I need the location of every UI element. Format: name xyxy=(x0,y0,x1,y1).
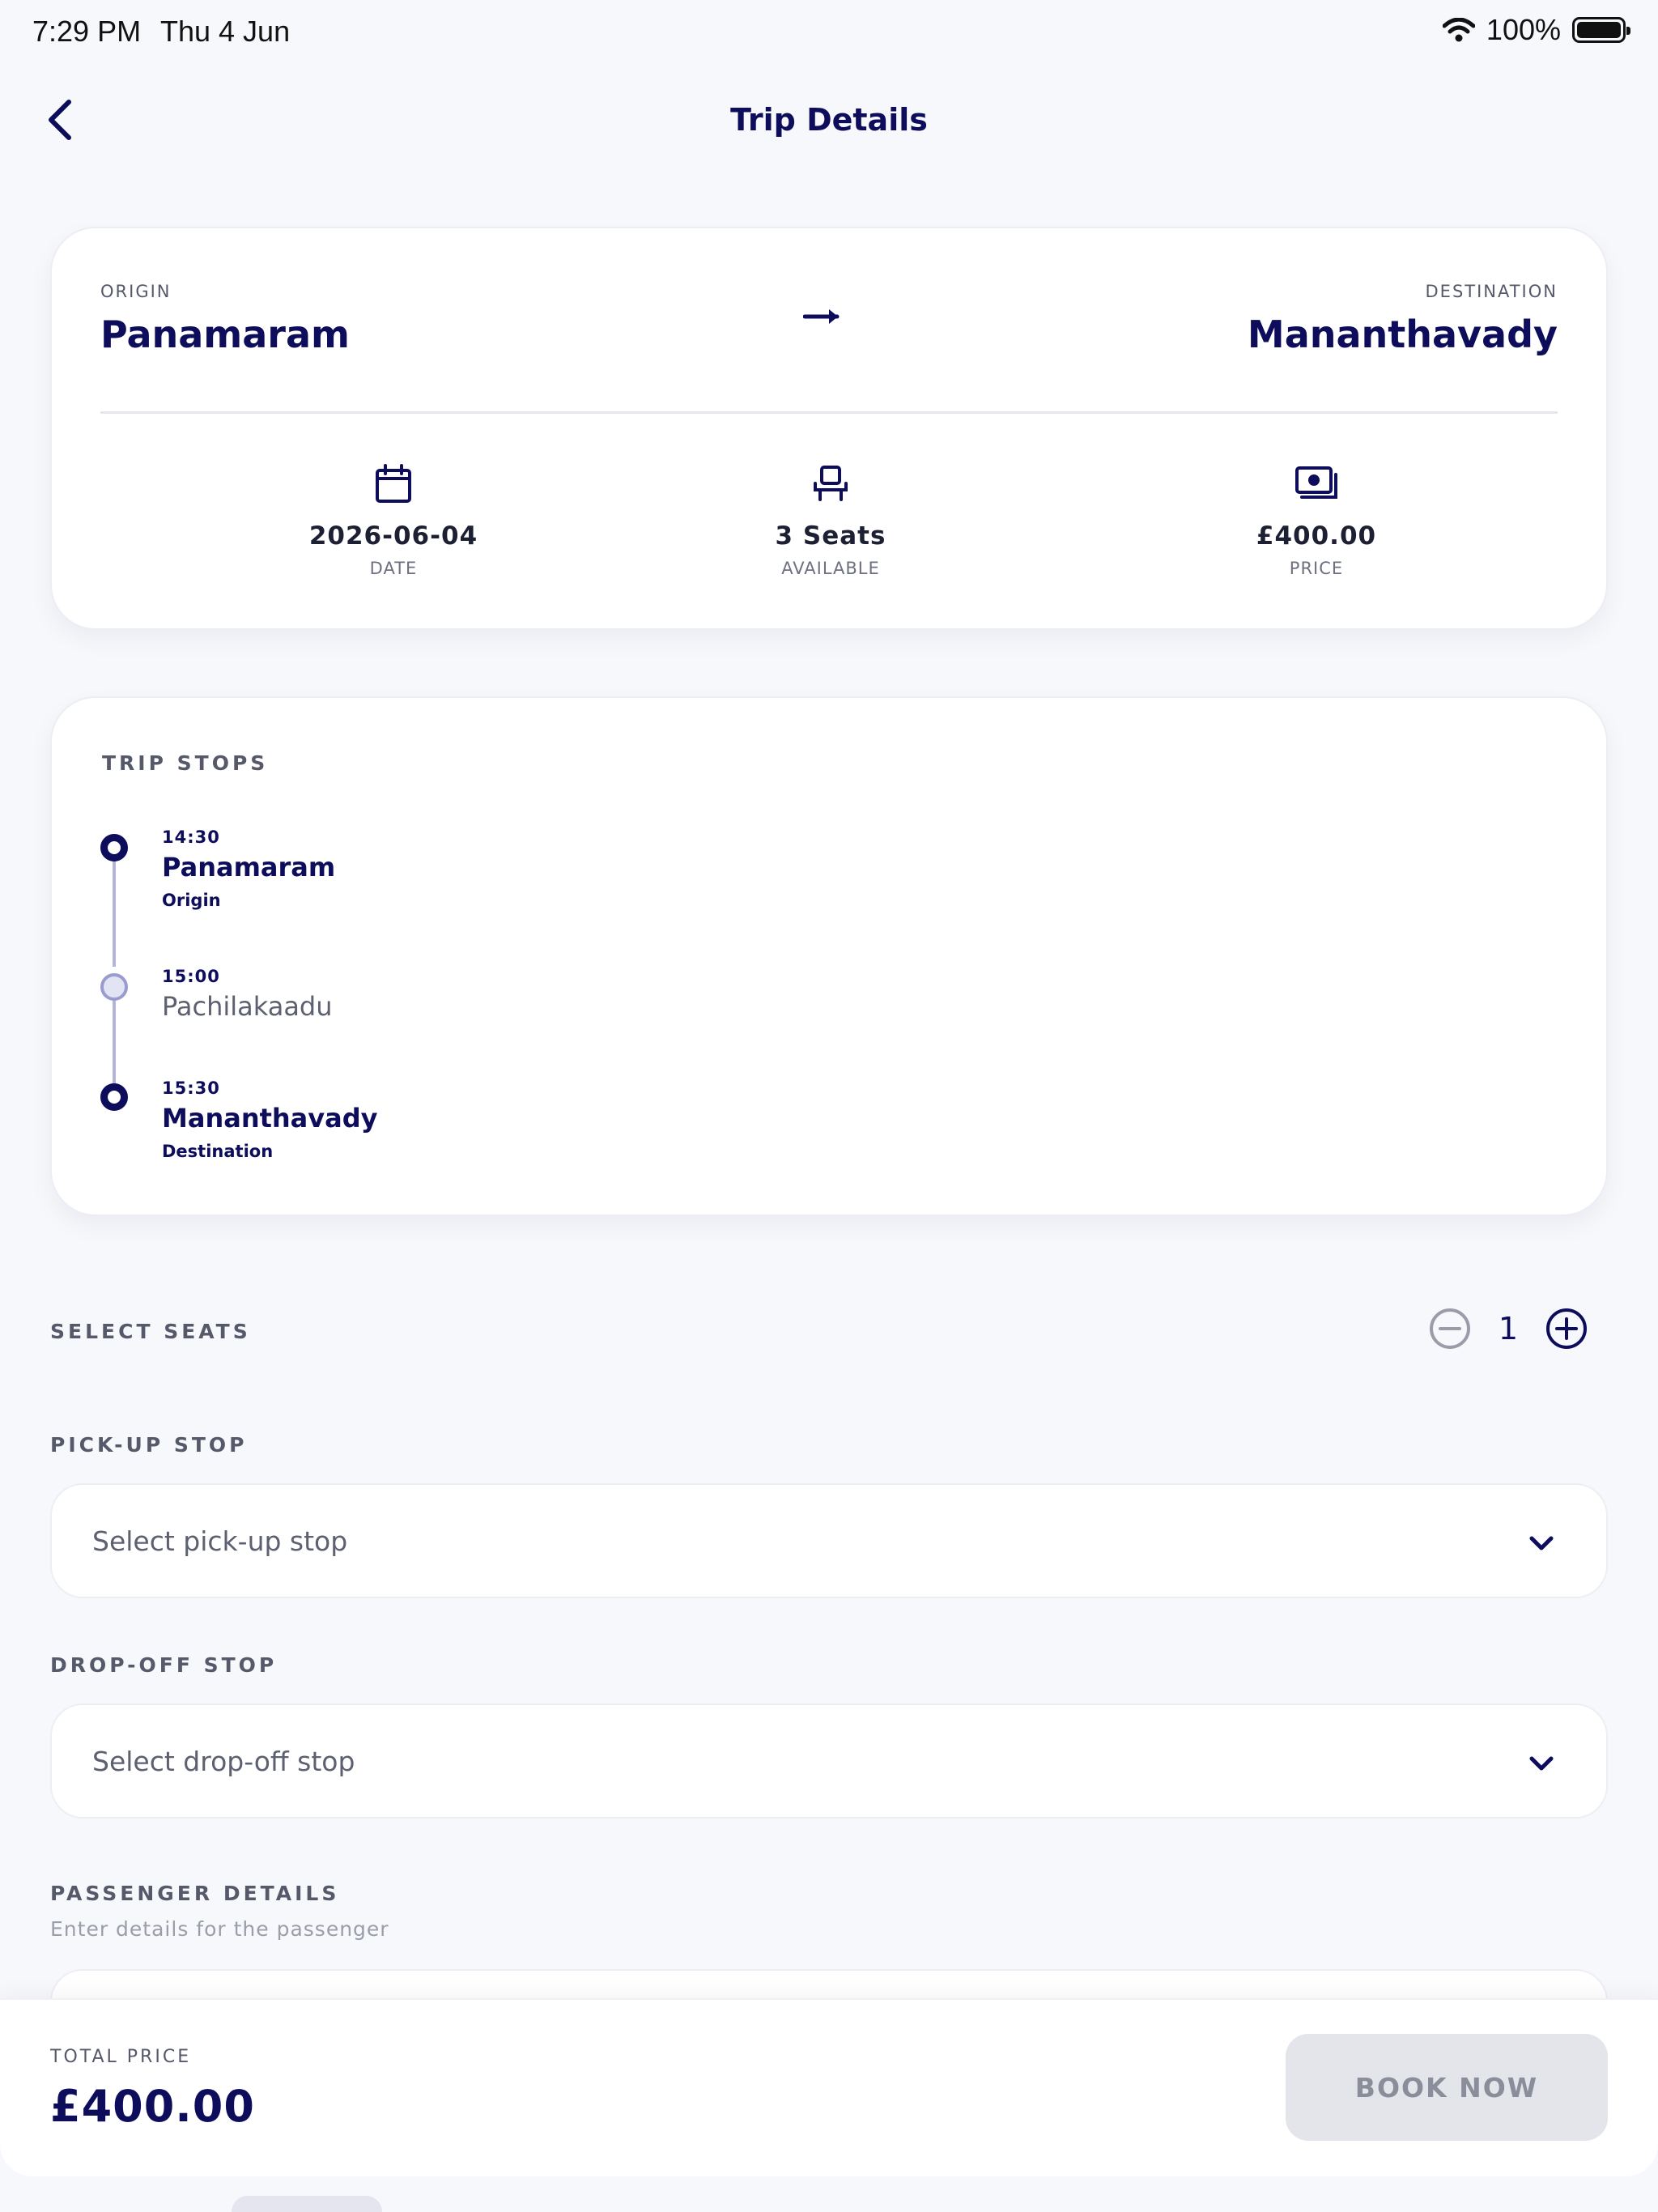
trip-details-screen: 7:29 PM Thu 4 Jun 100% Trip Details ORIG… xyxy=(0,0,1658,2176)
price-caption: PRICE xyxy=(1289,559,1344,578)
timeline-dot-origin xyxy=(100,834,128,861)
select-seats-label: SELECT SEATS xyxy=(50,1320,251,1343)
calendar-icon xyxy=(376,464,411,503)
stop-name: Panamaram xyxy=(162,852,336,883)
pickup-stop-placeholder: Select pick-up stop xyxy=(92,1525,348,1557)
available-seats: 3 Seats xyxy=(775,521,886,551)
stop-item: 14:30 Panamaram Origin xyxy=(162,827,335,910)
battery-icon xyxy=(1572,17,1630,43)
price-stat: £400.00 PRICE xyxy=(1154,460,1478,578)
minus-circle-icon xyxy=(1430,1308,1470,1349)
status-time: 7:29 PM xyxy=(32,15,142,48)
increase-seats-button[interactable] xyxy=(1545,1307,1588,1351)
stop-item: 15:00 Pachilakaadu xyxy=(162,967,333,1022)
timeline-dot-intermediate xyxy=(100,973,128,1001)
passenger-details-label: PASSENGER DETAILS xyxy=(50,1882,340,1905)
status-date: Thu 4 Jun xyxy=(160,15,291,48)
seat-icon xyxy=(814,466,848,501)
seats-caption: AVAILABLE xyxy=(781,559,880,578)
booking-footer: TOTAL PRICE £400.00 BOOK NOW xyxy=(0,1998,1658,2176)
destination-city: Mananthavady xyxy=(1247,313,1558,356)
tab-indicator xyxy=(232,2196,382,2212)
total-price: £400.00 xyxy=(50,2081,255,2132)
total-price-label: TOTAL PRICE xyxy=(50,2047,192,2067)
status-bar: 7:29 PM Thu 4 Jun 100% xyxy=(0,0,1658,65)
decrease-seats-button[interactable] xyxy=(1428,1307,1472,1351)
stop-role: Destination xyxy=(162,1142,274,1161)
divider xyxy=(100,411,1558,414)
date-stat: 2026-06-04 DATE xyxy=(232,460,555,578)
seat-count: 1 xyxy=(1498,1311,1519,1346)
passenger-details-subtitle: Enter details for the passenger xyxy=(50,1917,389,1941)
wifi-icon xyxy=(1442,18,1475,42)
origin-city: Panamaram xyxy=(100,313,350,356)
stop-time: 15:00 xyxy=(162,967,220,986)
dropoff-stop-label: DROP-OFF STOP xyxy=(50,1653,278,1677)
seat-stepper: 1 xyxy=(1428,1307,1588,1351)
timeline-dot-destination xyxy=(100,1083,128,1111)
cash-icon xyxy=(1295,466,1337,499)
chevron-down-icon xyxy=(1529,1756,1554,1771)
trip-price: £400.00 xyxy=(1256,521,1377,551)
route-summary-card: ORIGIN Panamaram DESTINATION Mananthavad… xyxy=(50,227,1608,630)
dropoff-stop-select[interactable]: Select drop-off stop xyxy=(50,1704,1608,1819)
status-indicators: 100% xyxy=(1442,13,1630,47)
trip-date: 2026-06-04 xyxy=(308,521,478,551)
battery-percentage: 100% xyxy=(1486,13,1561,46)
stop-name: Pachilakaadu xyxy=(162,991,333,1022)
date-caption: DATE xyxy=(369,559,418,578)
destination-label: DESTINATION xyxy=(1425,282,1558,301)
pickup-stop-label: PICK-UP STOP xyxy=(50,1433,248,1457)
seats-stat: 3 Seats AVAILABLE xyxy=(669,460,993,578)
origin-label: ORIGIN xyxy=(100,282,172,301)
timline-connector xyxy=(113,986,116,1091)
trip-stops-title: TRIP STOPS xyxy=(102,751,269,775)
chevron-down-icon xyxy=(1529,1536,1554,1551)
stop-time: 14:30 xyxy=(162,827,220,847)
timeline-connector xyxy=(113,849,116,967)
page-title: Trip Details xyxy=(730,102,928,138)
stop-item: 15:30 Mananthavady Destination xyxy=(162,1078,377,1161)
stop-name: Mananthavady xyxy=(162,1103,378,1134)
stop-time: 15:30 xyxy=(162,1078,220,1098)
plus-circle-icon xyxy=(1546,1308,1587,1349)
book-now-button[interactable]: BOOK NOW xyxy=(1286,2034,1608,2141)
stop-role: Origin xyxy=(162,891,221,910)
dropoff-stop-placeholder: Select drop-off stop xyxy=(92,1746,355,1777)
arrow-right-icon xyxy=(803,309,840,324)
trip-stops-card: TRIP STOPS 14:30 Panamaram Origin 15:00 … xyxy=(50,696,1608,1216)
pickup-stop-select[interactable]: Select pick-up stop xyxy=(50,1483,1608,1598)
